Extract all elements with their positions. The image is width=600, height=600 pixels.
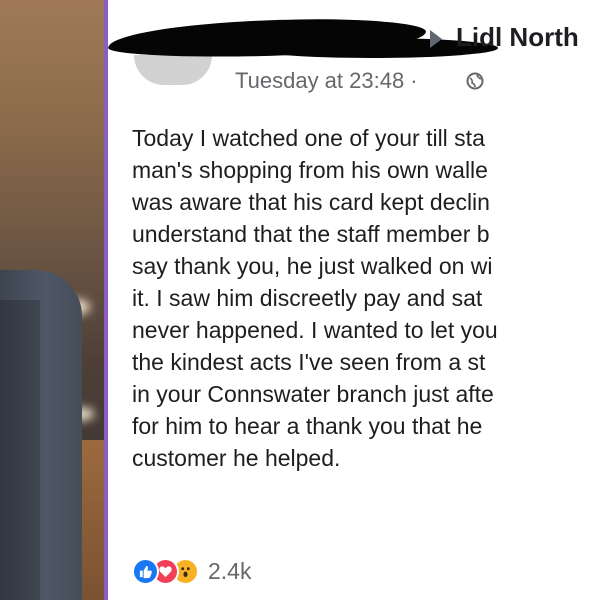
globe-icon	[466, 72, 484, 90]
like-icon	[132, 557, 159, 585]
post-body-line: for him to hear a thank you that he	[132, 413, 483, 439]
post-body-line: customer he helped.	[132, 445, 341, 471]
facebook-post: Lidl North Tuesday at 23:48 · Today I wa…	[108, 0, 600, 600]
avatar	[134, 55, 212, 85]
post-body-line: man's shopping from his own walle	[132, 157, 488, 183]
post-body-line: the kindest acts I've seen from a st	[132, 349, 486, 375]
post-body-line: understand that the staff member b	[132, 221, 490, 247]
photo-panel	[0, 0, 104, 600]
post-body-line: never happened. I wanted to let you	[132, 317, 498, 343]
shirt-shadow	[0, 300, 40, 600]
post-body-line: say thank you, he just walked on wi	[132, 253, 493, 279]
post-body-line: it. I saw him discreetly pay and sat	[132, 285, 483, 311]
post-timestamp[interactable]: Tuesday at 23:48 ·	[235, 68, 418, 94]
reaction-summary[interactable]: 2.4k	[132, 556, 251, 586]
post-body-line: Today I watched one of your till sta	[132, 125, 485, 151]
page-name-link[interactable]: Lidl North	[456, 22, 579, 53]
post-body-line: was aware that his card kept declin	[132, 189, 490, 215]
post-body-line: in your Connswater branch just afte	[132, 381, 494, 407]
share-arrow-icon	[430, 30, 442, 48]
reaction-count: 2.4k	[208, 557, 252, 584]
post-body: Today I watched one of your till sta man…	[132, 122, 600, 474]
